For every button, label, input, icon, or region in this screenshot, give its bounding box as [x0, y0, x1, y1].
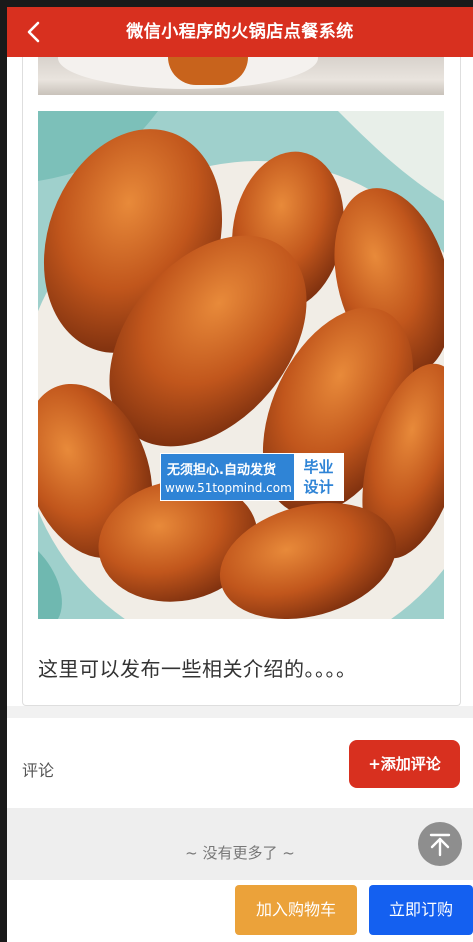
section-divider [7, 706, 473, 718]
product-image-previous [38, 57, 444, 95]
watermark-url: www.51topmind.com [165, 481, 292, 495]
product-detail-card: 无须担心.自动发货 www.51topmind.com 毕业 设计 这里可以发布… [22, 57, 461, 706]
chicken-wings-photo [38, 111, 444, 619]
watermark: 无须担心.自动发货 www.51topmind.com 毕业 设计 [160, 453, 344, 501]
add-to-cart-button[interactable]: 加入购物车 [235, 885, 357, 935]
top-bar: 微信小程序的火锅店点餐系统 [7, 7, 473, 57]
bottom-action-bar: 加入购物车 立即订购 [7, 880, 473, 942]
order-now-button[interactable]: 立即订购 [369, 885, 473, 935]
back-to-top-button[interactable] [418, 822, 462, 866]
watermark-badge: 毕业 设计 [294, 454, 343, 500]
watermark-slogan: 无须担心.自动发货 [167, 463, 276, 478]
chevron-left-icon [27, 21, 40, 43]
comment-label: 评论 [22, 761, 55, 780]
comment-list: ~ 没有更多了 ~ [7, 808, 473, 880]
no-more-text: ~ 没有更多了 ~ [185, 844, 295, 862]
page-title: 微信小程序的火锅店点餐系统 [126, 22, 354, 42]
app-frame: 微信小程序的火锅店点餐系统 无须担心.自动发货 www.51topmind.co… [7, 7, 473, 942]
back-button[interactable] [21, 18, 47, 46]
comment-section-header: 评论 +添加评论 [7, 718, 473, 808]
arrow-up-icon [429, 833, 451, 857]
product-description: 这里可以发布一些相关介绍的。。。。 [38, 657, 357, 681]
add-comment-button[interactable]: +添加评论 [349, 740, 460, 788]
product-image: 无须担心.自动发货 www.51topmind.com 毕业 设计 [38, 111, 444, 619]
